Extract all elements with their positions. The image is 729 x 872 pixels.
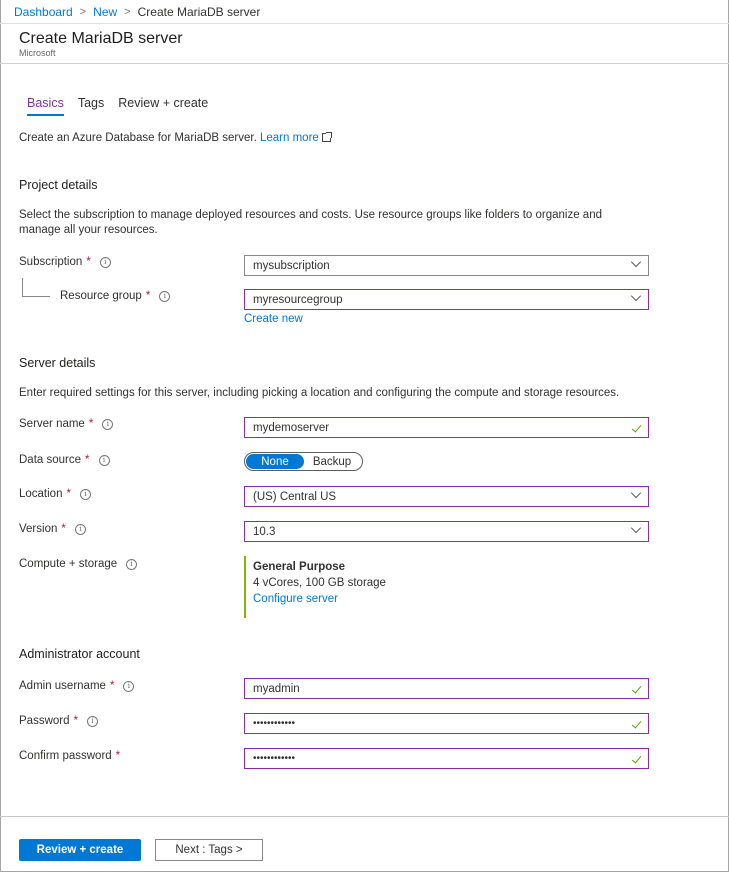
resource-group-label: Resource group * i [60,290,171,302]
select-value: mysubscription [253,259,330,272]
compute-storage-summary: General Purpose 4 vCores, 100 GB storage… [244,556,444,618]
version-select[interactable]: 10.3 [244,521,649,542]
label-text: Version [19,523,58,535]
info-icon[interactable]: i [102,418,114,430]
section-title-admin: Administrator account [19,647,140,661]
section-title-server: Server details [19,356,96,370]
required-asterisk: * [88,418,94,430]
tab-bar: Basics Tags Review + create [27,96,222,116]
admin-username-label: Admin username * i [19,680,135,692]
info-icon[interactable]: i [123,680,135,692]
configure-server-link[interactable]: Configure server [253,593,444,605]
breadcrumb: Dashboard > New > Create MariaDB server [0,0,729,24]
server-description: Enter required settings for this server,… [19,387,620,399]
checkmark-icon [631,683,642,694]
version-label: Version * i [19,523,86,535]
intro-text: Create an Azure Database for MariaDB ser… [19,132,332,144]
required-asterisk: * [145,290,151,302]
blade-header: Create MariaDB server Microsoft [0,24,729,64]
admin-username-input[interactable]: myadmin [244,678,649,699]
review-create-button[interactable]: Review + create [19,839,141,861]
breadcrumb-current: Create MariaDB server [137,4,261,19]
chevron-down-icon [630,487,642,499]
label-text: Resource group [60,290,142,302]
password-input[interactable]: •••••••••••• [244,713,649,734]
data-source-option-backup[interactable]: Backup [304,454,360,469]
breadcrumb-new[interactable]: New [93,5,117,19]
required-asterisk: * [66,488,71,500]
select-value: myresourcegroup [253,293,343,306]
location-select[interactable]: (US) Central US [244,486,649,507]
confirm-password-label: Confirm password * [19,750,120,762]
label-text: Compute + storage [19,558,118,570]
data-source-toggle: None Backup [244,452,363,471]
chevron-down-icon [630,256,642,268]
confirm-password-input[interactable]: •••••••••••• [244,748,649,769]
info-icon[interactable]: i [79,488,91,500]
data-source-label: Data source * i [19,454,110,466]
create-new-link[interactable]: Create new [244,313,303,325]
project-description: Select the subscription to manage deploy… [19,209,602,236]
resource-group-select[interactable]: myresourcegroup [244,289,649,310]
label-text: Confirm password [19,750,112,762]
required-asterisk: * [73,715,78,727]
section-title-project: Project details [19,178,98,192]
required-asterisk: * [61,523,66,535]
info-icon[interactable]: i [98,454,110,466]
footer-divider [0,816,729,817]
required-asterisk: * [115,750,121,762]
required-asterisk: * [85,454,90,466]
select-value: (US) Central US [253,490,337,503]
select-value: 10.3 [253,525,276,538]
input-value: •••••••••••• [253,753,296,764]
compute-storage-label: Compute + storage i [19,558,138,570]
input-value: mydemoserver [253,421,330,434]
input-value: myadmin [253,682,300,695]
label-text: Location [19,488,63,500]
subscription-select[interactable]: mysubscription [244,255,649,276]
checkmark-icon [631,422,642,433]
checkmark-icon [631,753,642,764]
learn-more-link[interactable]: Learn more [260,132,319,144]
tree-connector [22,296,50,297]
tab-review-create[interactable]: Review + create [118,96,208,116]
breadcrumb-separator: > [79,5,87,18]
next-tags-button[interactable]: Next : Tags > [155,839,263,861]
info-icon[interactable]: i [159,290,171,302]
breadcrumb-separator: > [124,5,131,18]
input-value: •••••••••••• [253,718,296,729]
info-icon[interactable]: i [74,523,86,535]
compute-tier: General Purpose [253,561,346,573]
info-icon[interactable]: i [86,715,98,727]
password-label: Password * i [19,715,98,727]
location-label: Location * i [19,488,91,500]
label-text: Admin username [19,680,106,692]
chevron-down-icon [630,522,642,534]
tab-basics[interactable]: Basics [27,96,64,116]
external-link-icon [321,132,332,142]
label-text: Password [19,715,70,727]
compute-spec: 4 vCores, 100 GB storage [253,577,386,589]
checkmark-icon [631,718,642,729]
subscription-label: Subscription * i [19,256,111,268]
info-icon[interactable]: i [99,256,111,268]
chevron-down-icon [630,290,642,302]
required-asterisk: * [109,680,115,692]
label-text: Data source [19,454,82,466]
label-text: Server name [19,418,85,430]
required-asterisk: * [86,256,91,268]
server-name-label: Server name * i [19,418,114,430]
intro-description: Create an Azure Database for MariaDB ser… [19,132,257,144]
page-title: Create MariaDB server [19,30,183,47]
info-icon[interactable]: i [126,558,138,570]
label-text: Subscription [19,256,83,268]
data-source-option-none[interactable]: None [246,454,304,469]
tab-tags[interactable]: Tags [78,96,104,116]
server-name-input[interactable]: mydemoserver [244,417,649,438]
tree-connector [22,278,23,296]
publisher: Microsoft [19,48,56,58]
breadcrumb-dashboard[interactable]: Dashboard [14,5,73,19]
